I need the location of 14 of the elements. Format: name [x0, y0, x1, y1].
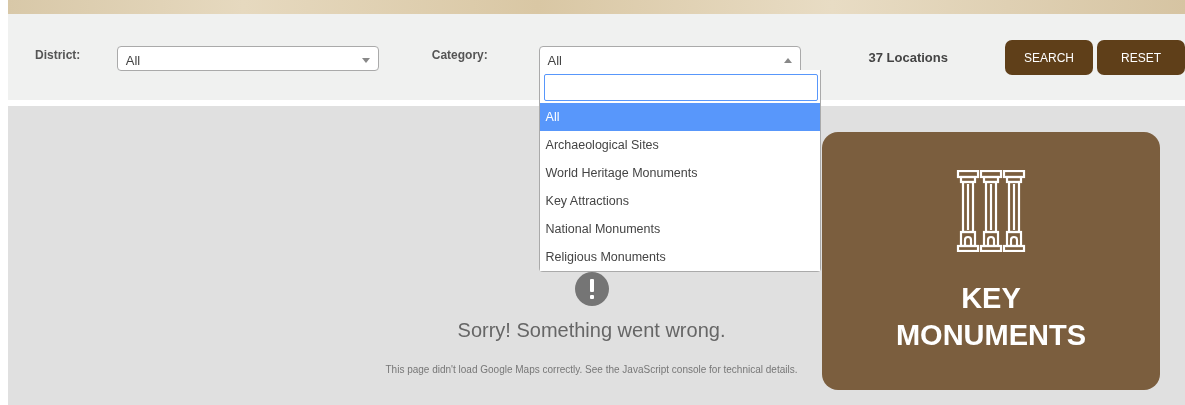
error-title: Sorry! Something went wrong.: [457, 319, 726, 342]
reset-button[interactable]: RESET: [1097, 40, 1185, 75]
field-label: District:: [34, 48, 82, 62]
category-card[interactable]: KEY MONUMENTS: [822, 132, 1160, 390]
search-button[interactable]: SEARCH: [1005, 40, 1093, 75]
field-label: Category:: [430, 48, 489, 62]
location-count: 37 Locations: [868, 50, 948, 65]
error-detail: This page didn't load Google Maps correctly. See the JavaScript console for technical details.: [385, 364, 798, 375]
dropdown-select[interactable]: All: [538, 46, 801, 71]
search-field[interactable]: [543, 74, 818, 101]
dropdown-select[interactable]: All: [116, 46, 379, 71]
caret-icon: [783, 57, 792, 63]
caret-icon: [361, 57, 370, 63]
card-title: KEY MONUMENTS: [894, 281, 1088, 353]
